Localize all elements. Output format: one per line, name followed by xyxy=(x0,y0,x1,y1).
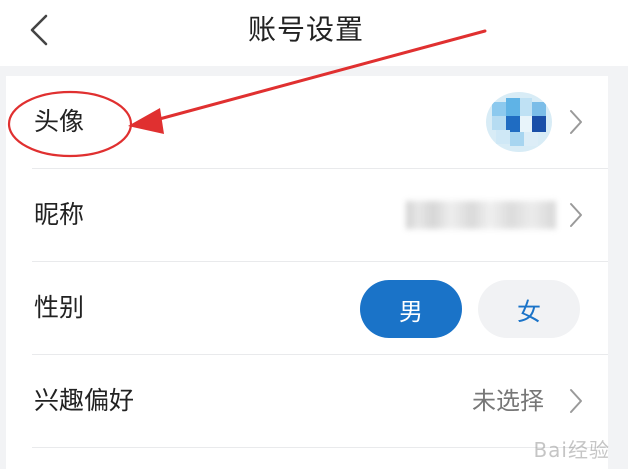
nickname-row[interactable]: 昵称 xyxy=(6,169,608,261)
chevron-right-icon xyxy=(568,387,584,415)
interest-row[interactable]: 兴趣偏好 未选择 xyxy=(6,355,608,447)
interest-label: 兴趣偏好 xyxy=(34,386,135,415)
gender-row: 性别 男 女 xyxy=(6,262,608,354)
chevron-right-icon xyxy=(568,201,584,229)
nickname-value-blurred xyxy=(406,201,556,229)
settings-list: 头像 昵称 性别 男 女 兴趣偏好 未选择 xyxy=(6,76,608,469)
gender-female-button[interactable]: 女 xyxy=(478,280,580,338)
avatar[interactable] xyxy=(486,92,552,152)
page-title: 账号设置 xyxy=(247,13,364,46)
nickname-label: 昵称 xyxy=(34,200,85,229)
avatar-label: 头像 xyxy=(34,107,85,136)
gender-male-button[interactable]: 男 xyxy=(360,280,462,338)
gender-label: 性别 xyxy=(34,293,85,322)
chevron-right-icon xyxy=(568,108,584,136)
top-navbar: 账号设置 xyxy=(0,0,628,66)
interest-value: 未选择 xyxy=(472,387,544,415)
divider xyxy=(32,447,608,448)
avatar-row[interactable]: 头像 xyxy=(6,76,608,168)
